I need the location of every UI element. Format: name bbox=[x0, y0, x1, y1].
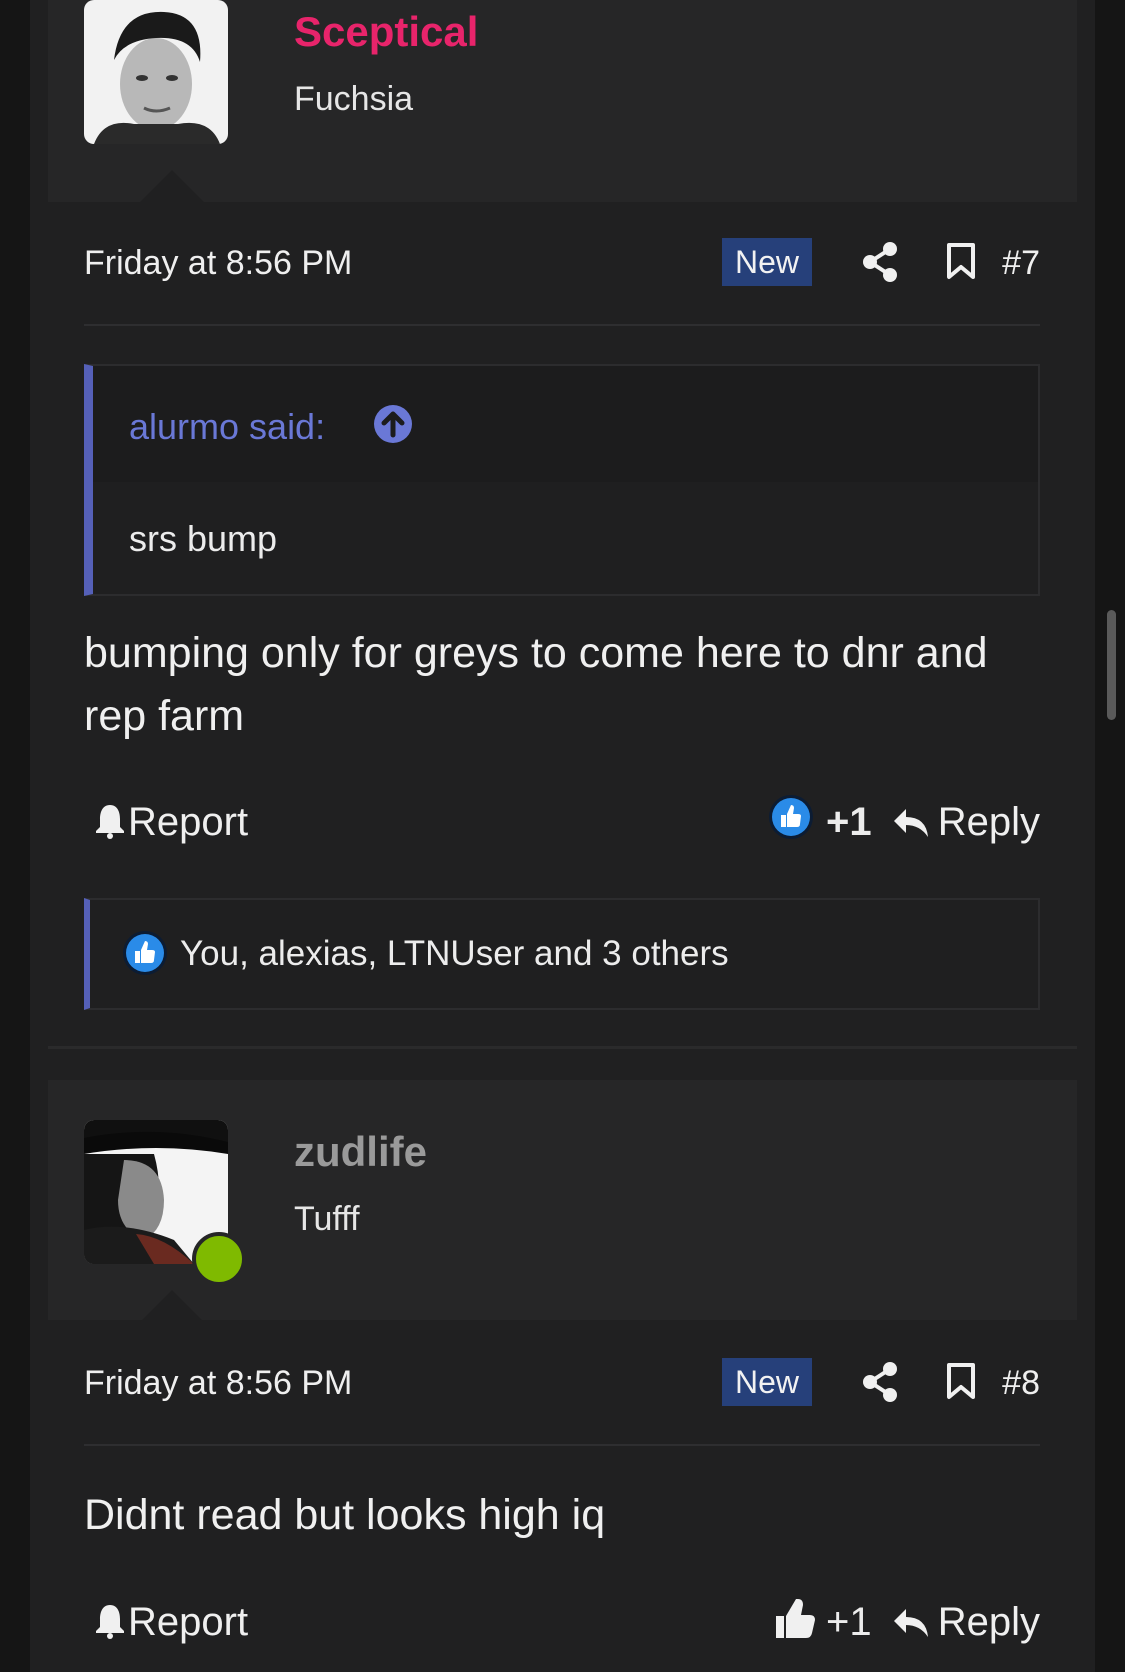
user-title: Tufff bbox=[294, 1200, 360, 1238]
post-message: Didnt read but looks high iq bbox=[84, 1491, 606, 1539]
quote-header: alurmo said: bbox=[93, 366, 1038, 482]
post-meta: Friday at 8:56 PM New #7 bbox=[84, 236, 1040, 296]
divider bbox=[84, 1444, 1040, 1446]
post-user-header: Sceptical Fuchsia bbox=[48, 0, 1077, 202]
post-number-link[interactable]: #8 bbox=[1002, 1364, 1040, 1403]
reply-icon bbox=[893, 809, 928, 837]
scrollbar[interactable] bbox=[1107, 610, 1116, 720]
like-reaction-icon bbox=[769, 795, 813, 839]
like-count[interactable]: +1 bbox=[826, 1600, 872, 1645]
user-avatar[interactable] bbox=[84, 0, 228, 144]
post-meta: Friday at 8:56 PM New #8 bbox=[84, 1356, 1040, 1416]
user-title: Fuchsia bbox=[294, 80, 414, 118]
report-label: Report bbox=[128, 1600, 249, 1644]
report-label: Report bbox=[128, 800, 249, 844]
bookmark-icon[interactable] bbox=[946, 242, 976, 285]
header-arrow bbox=[140, 1290, 204, 1322]
quote-author-link[interactable]: alurmo said: bbox=[129, 406, 325, 448]
arrow-up-circle-icon[interactable] bbox=[373, 404, 413, 449]
post-user-header: zudlife Tufff bbox=[48, 1080, 1077, 1322]
share-icon[interactable] bbox=[862, 242, 898, 287]
username-link[interactable]: zudlife bbox=[294, 1128, 427, 1176]
report-button[interactable]: Report bbox=[94, 1600, 248, 1645]
post-actions: Report +1 Reply bbox=[84, 794, 1040, 854]
like-count[interactable]: +1 bbox=[826, 800, 872, 845]
reply-label: Reply bbox=[937, 800, 1040, 844]
post-actions: Report +1 Reply bbox=[84, 1594, 1040, 1654]
post-separator bbox=[48, 1046, 1077, 1049]
quote-block: alurmo said: srs bump bbox=[84, 364, 1040, 596]
reactions-list-link[interactable]: You, alexias, LTNUser and 3 others bbox=[180, 934, 729, 974]
report-button[interactable]: Report bbox=[94, 800, 248, 845]
post-message: bumping only for greys to come here to d… bbox=[84, 629, 988, 740]
bookmark-icon[interactable] bbox=[946, 1362, 976, 1405]
thread-page: Sceptical Fuchsia Friday at 8:56 PM New … bbox=[30, 0, 1095, 1672]
new-badge: New bbox=[722, 1358, 812, 1406]
reply-button[interactable]: Reply bbox=[892, 800, 1040, 845]
like-reaction-icon bbox=[122, 930, 168, 981]
bell-icon bbox=[96, 805, 124, 839]
like-button[interactable] bbox=[774, 1596, 816, 1645]
post-date-link[interactable]: Friday at 8:56 PM bbox=[84, 244, 352, 283]
bell-icon bbox=[96, 1605, 124, 1639]
thumbs-up-icon bbox=[776, 1599, 815, 1638]
share-icon[interactable] bbox=[862, 1362, 898, 1407]
post-number-link[interactable]: #7 bbox=[1002, 244, 1040, 283]
reply-label: Reply bbox=[937, 1600, 1040, 1644]
new-badge: New bbox=[722, 238, 812, 286]
post-date-link[interactable]: Friday at 8:56 PM bbox=[84, 1364, 352, 1403]
online-status-icon bbox=[192, 1232, 246, 1286]
reply-icon bbox=[893, 1609, 928, 1637]
reactions-summary[interactable]: You, alexias, LTNUser and 3 others bbox=[84, 898, 1040, 1010]
quote-text: srs bump bbox=[129, 518, 278, 559]
username-link[interactable]: Sceptical bbox=[294, 8, 478, 56]
divider bbox=[84, 324, 1040, 326]
reply-button[interactable]: Reply bbox=[892, 1600, 1040, 1645]
header-arrow bbox=[140, 170, 204, 202]
like-button[interactable] bbox=[768, 794, 814, 845]
